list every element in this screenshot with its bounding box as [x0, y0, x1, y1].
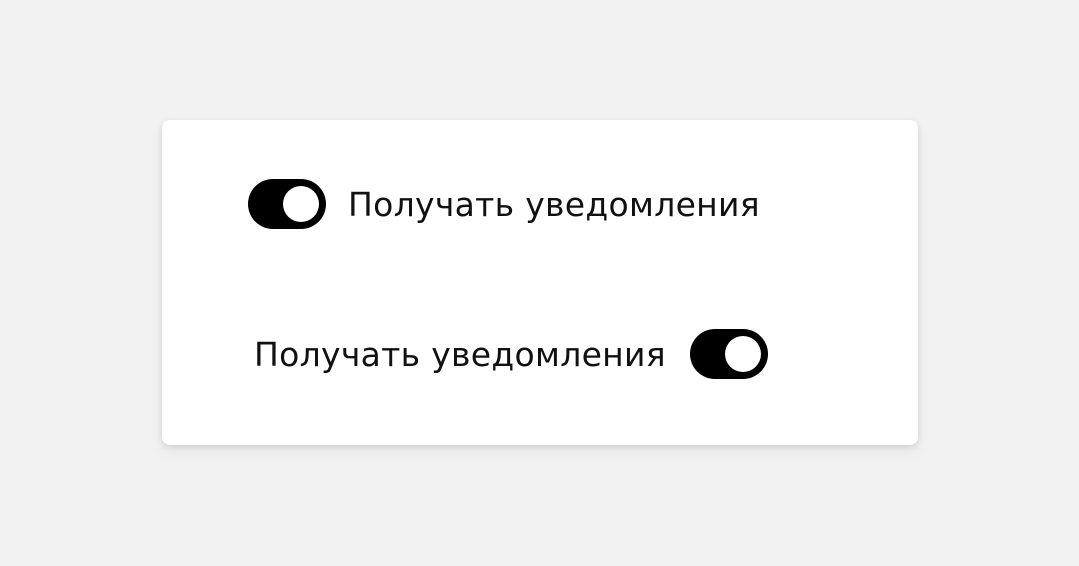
- settings-card: Получать уведомления Получать уведомлени…: [162, 120, 918, 445]
- toggle-knob: [724, 336, 761, 372]
- toggle-knob: [283, 186, 319, 222]
- notifications-label: Получать уведомления: [254, 334, 666, 374]
- notification-setting-row-toggle-right: Получать уведомления: [254, 329, 768, 379]
- notifications-toggle-switch[interactable]: [689, 329, 768, 379]
- notifications-toggle-switch[interactable]: [248, 179, 326, 229]
- notification-setting-row-toggle-left: Получать уведомления: [248, 179, 760, 229]
- notifications-label: Получать уведомления: [348, 184, 760, 224]
